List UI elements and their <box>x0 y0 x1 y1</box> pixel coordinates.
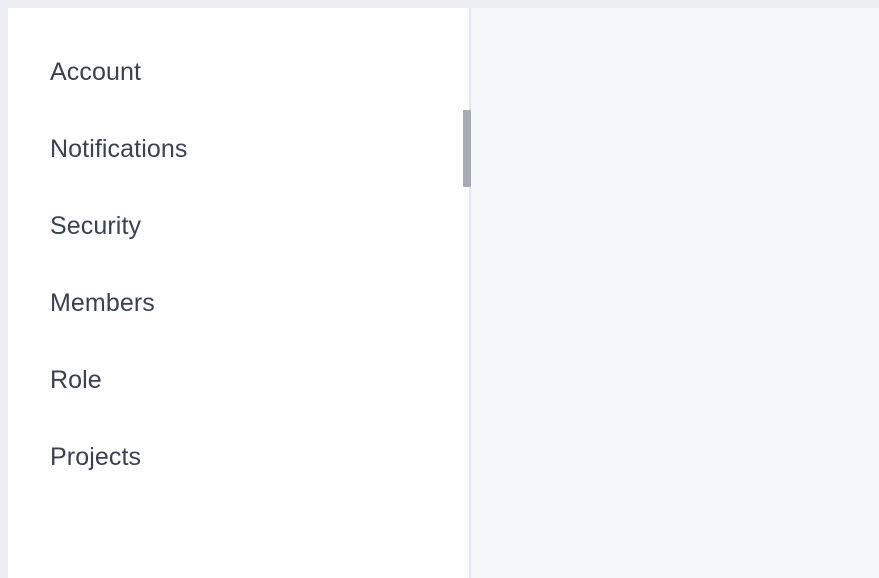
settings-sidebar: Account Notifications Security Members R… <box>8 8 471 578</box>
sidebar-item-notifications[interactable]: Notifications <box>8 123 469 200</box>
sidebar-item-role[interactable]: Role <box>8 354 469 431</box>
sidebar-item-label: Projects <box>50 443 142 471</box>
sidebar-item-projects[interactable]: Projects <box>8 431 469 508</box>
settings-content-panel <box>471 8 879 578</box>
sidebar-nav-list: Account Notifications Security Members R… <box>8 8 469 508</box>
sidebar-item-account[interactable]: Account <box>8 46 469 123</box>
sidebar-item-security[interactable]: Security <box>8 200 469 277</box>
active-item-indicator <box>463 110 471 187</box>
sidebar-item-label: Notifications <box>50 135 188 163</box>
sidebar-item-label: Security <box>50 212 142 240</box>
sidebar-item-label: Role <box>50 366 102 394</box>
sidebar-item-label: Account <box>50 58 142 86</box>
settings-window: Account Notifications Security Members R… <box>8 8 879 578</box>
sidebar-item-members[interactable]: Members <box>8 277 469 354</box>
sidebar-item-label: Members <box>50 289 155 317</box>
